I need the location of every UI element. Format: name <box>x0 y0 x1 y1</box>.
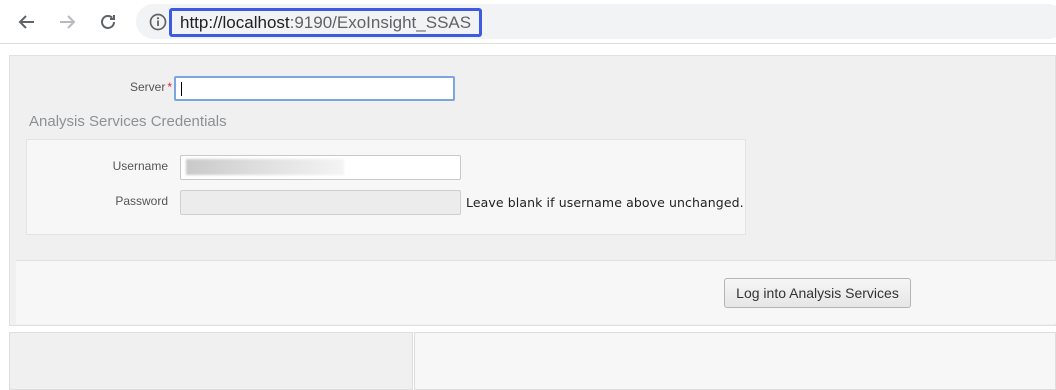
page-content: Server * Analysis Services Credentials Us… <box>0 44 1056 390</box>
info-icon[interactable] <box>148 12 168 32</box>
back-arrow-icon[interactable] <box>13 8 41 36</box>
bottom-right-panel <box>414 332 1056 390</box>
server-label-text: Server <box>129 80 166 94</box>
forward-arrow-icon[interactable] <box>53 8 81 36</box>
url-host: http://localhost <box>180 12 290 32</box>
server-input[interactable] <box>174 76 455 101</box>
credentials-title: Analysis Services Credentials <box>29 113 227 130</box>
password-label: Password <box>115 194 168 208</box>
username-input[interactable] <box>180 155 461 180</box>
reload-icon[interactable] <box>94 8 122 36</box>
required-marker: * <box>167 80 172 94</box>
password-hint: Leave blank if username above unchanged. <box>466 195 744 210</box>
text-caret <box>181 82 182 96</box>
redacted-username <box>186 159 344 175</box>
login-button[interactable]: Log into Analysis Services <box>724 278 911 308</box>
username-label: Username <box>112 159 168 173</box>
password-input[interactable] <box>180 190 461 215</box>
server-label: Server * <box>100 80 172 94</box>
bottom-left-panel <box>9 332 413 390</box>
url-text[interactable]: http://localhost:9190/ExoInsight_SSAS <box>169 8 483 37</box>
url-path: :9190/ExoInsight_SSAS <box>289 12 472 32</box>
browser-toolbar: http://localhost:9190/ExoInsight_SSAS <box>0 0 1056 44</box>
credentials-box <box>26 139 746 235</box>
